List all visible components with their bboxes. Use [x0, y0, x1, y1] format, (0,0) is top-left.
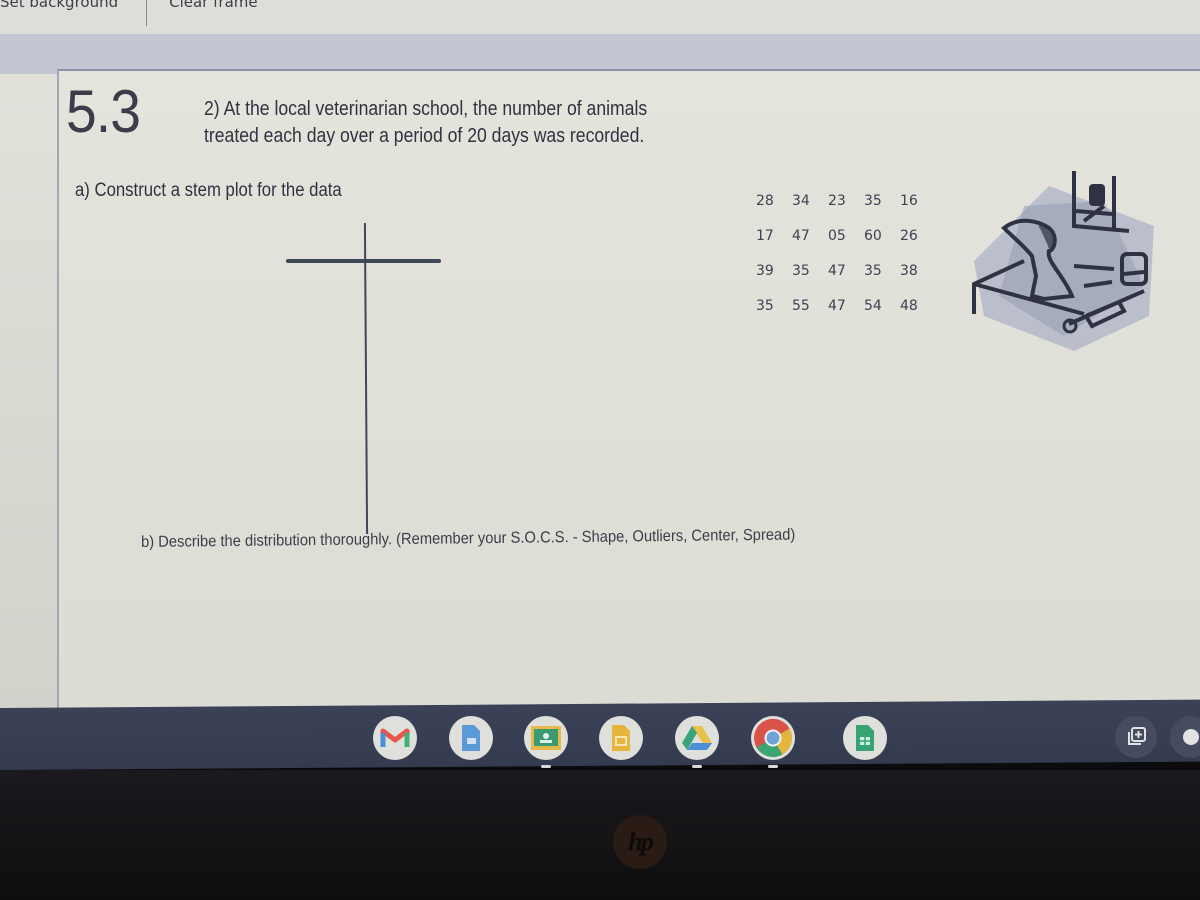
screen: Set background Clear frame 5.3 2) At the… — [0, 0, 1200, 720]
data-cell: 28 — [756, 193, 774, 209]
data-cell: 23 — [828, 193, 846, 209]
data-cell: 35 — [864, 193, 882, 209]
laptop-bezel — [0, 770, 1200, 900]
data-cell: 54 — [864, 298, 882, 314]
stem-plot-vertical-line — [363, 222, 369, 535]
data-cell: 26 — [900, 228, 918, 244]
clear-frame-button[interactable]: Clear frame — [169, 0, 263, 10]
slides-icon — [612, 725, 630, 751]
toolbar-divider — [146, 0, 148, 26]
shelf-app-chrome[interactable] — [751, 716, 795, 768]
status-icon — [1183, 729, 1199, 745]
classroom-icon — [531, 726, 561, 750]
data-cell: 05 — [828, 228, 846, 244]
drive-icon — [682, 726, 712, 750]
shelf-app-sheets[interactable] — [843, 716, 887, 760]
slide-canvas[interactable]: 5.3 2) At the local veterinarian school,… — [57, 69, 1200, 709]
part-b-instruction: b) Describe the distribution thoroughly.… — [141, 526, 796, 551]
data-cell: 38 — [900, 263, 918, 279]
problem-prompt: 2) At the local veterinarian school, the… — [204, 96, 647, 150]
part-a-instruction: a) Construct a stem plot for the data — [75, 180, 342, 201]
toolbar: Set background Clear frame — [0, 0, 1200, 34]
chrome-icon — [754, 718, 793, 758]
data-cell: 60 — [864, 228, 882, 244]
data-cell: 35 — [864, 263, 882, 279]
shelf-app-classroom[interactable] — [524, 716, 568, 768]
prompt-line-1: 2) At the local veterinarian school, the… — [204, 98, 648, 120]
data-cell: 39 — [756, 263, 774, 279]
prompt-line-2: treated each day over a period of 20 day… — [204, 125, 645, 147]
data-cell: 47 — [828, 298, 846, 314]
add-desk-icon — [1128, 727, 1146, 745]
section-number: 5.3 — [66, 78, 141, 145]
data-cell: 16 — [900, 193, 918, 209]
vet-dog-syringe-icon — [972, 171, 1154, 351]
shelf-app-gmail[interactable] — [373, 716, 417, 760]
running-indicator — [692, 765, 702, 768]
gmail-icon — [380, 728, 410, 747]
virtual-desks-button[interactable] — [1115, 716, 1157, 758]
docs-icon — [462, 725, 480, 751]
running-indicator — [541, 765, 551, 768]
frame-band — [0, 34, 1200, 74]
shelf-app-drive[interactable] — [675, 716, 719, 768]
sheets-icon — [856, 725, 874, 751]
shelf-app-docs[interactable] — [449, 716, 493, 760]
shelf-app-slides[interactable] — [599, 716, 643, 760]
data-cell: 48 — [900, 298, 918, 314]
data-cell: 55 — [792, 298, 810, 314]
data-table: 28 34 23 35 16 17 47 05 60 26 39 35 47 3… — [756, 191, 936, 317]
data-cell: 35 — [792, 263, 810, 279]
data-cell: 47 — [792, 228, 810, 244]
data-cell: 47 — [828, 263, 846, 279]
hp-logo: hp — [613, 815, 667, 869]
data-cell: 34 — [792, 193, 810, 209]
data-cell: 17 — [756, 228, 774, 244]
running-indicator — [768, 765, 778, 768]
data-cell: 35 — [756, 298, 774, 314]
set-background-button[interactable]: Set background — [0, 0, 124, 10]
